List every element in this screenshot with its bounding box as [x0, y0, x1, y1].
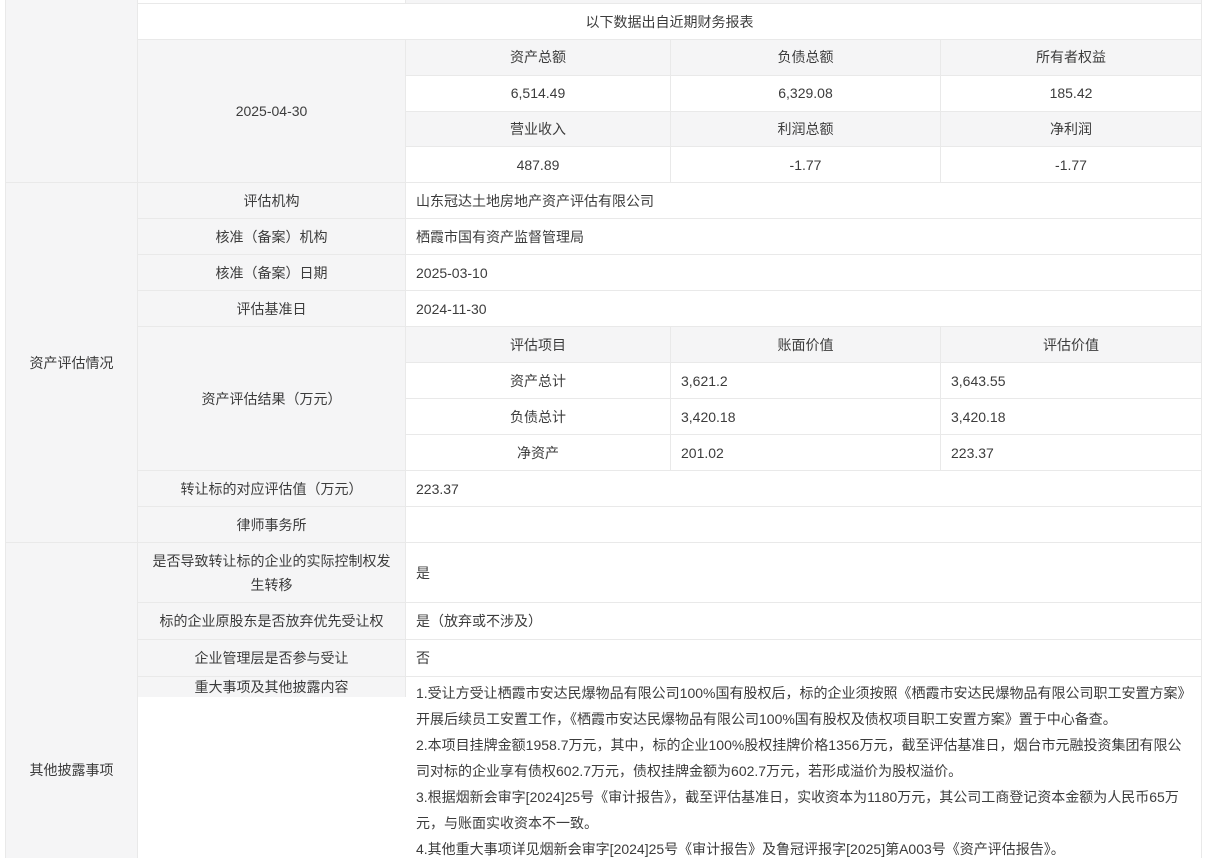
subtable-item-label: 净资产 [406, 435, 671, 470]
disclosure-paragraph-4: 4.其他重大事项详见烟新会审字[2024]25号《审计报告》及鲁冠评报字[202… [416, 836, 1191, 858]
subtable-eval-value: 3,420.18 [941, 399, 1201, 434]
total-liabilities-value: 6,329.08 [671, 76, 941, 111]
owner-equity-value: 185.42 [941, 76, 1201, 111]
major-matters-content: 1.受让方受让栖霞市安达民爆物品有限公司100%国有股权后，标的企业须按照《栖霞… [406, 677, 1201, 858]
law-firm-label: 律师事务所 [138, 507, 406, 542]
eval-base-date-label: 评估基准日 [138, 291, 406, 326]
col-header-total-profit: 利润总额 [671, 112, 941, 147]
subtable-item-label: 资产总计 [406, 363, 671, 398]
eval-base-date-row: 评估基准日 2024-11-30 [138, 291, 1201, 327]
management-participation-label: 企业管理层是否参与受让 [138, 640, 406, 676]
financial-header: 以下数据出自近期财务报表 [138, 4, 1201, 39]
col-header-revenue: 营业收入 [406, 112, 671, 147]
waive-preemptive-right-label: 标的企业原股东是否放弃优先受让权 [138, 603, 406, 639]
eval-result-subtable: 评估项目 账面价值 评估价值 资产总计 3,621.2 3,643.55 负债总… [406, 327, 1201, 470]
subtable-item-label: 负债总计 [406, 399, 671, 434]
approval-date-label: 核准（备案）日期 [138, 255, 406, 290]
financial-label-row-1: 资产总额 负债总额 所有者权益 [406, 40, 1201, 76]
subtable-row-net-assets: 净资产 201.02 223.37 [406, 435, 1201, 470]
disclosure-paragraph-2: 2.本项目挂牌金额1958.7万元，其中，标的企业100%股权挂牌价格1356万… [416, 732, 1191, 784]
approval-agency-value: 栖霞市国有资产监督管理局 [406, 219, 1201, 254]
financial-section-label [6, 0, 138, 183]
disclosure-table: 以下数据出自近期财务报表 2025-04-30 资产总额 负债总额 所有者权益 … [5, 0, 1202, 858]
eval-base-date-value: 2024-11-30 [406, 291, 1201, 326]
subtable-book-value: 201.02 [671, 435, 941, 470]
financial-section: 以下数据出自近期财务报表 2025-04-30 资产总额 负债总额 所有者权益 … [6, 0, 1201, 183]
subtable-header-book-value: 账面价值 [671, 327, 941, 362]
financial-label-row-2: 营业收入 利润总额 净利润 [406, 112, 1201, 148]
eval-agency-value: 山东冠达土地房地产资产评估有限公司 [406, 183, 1201, 218]
waive-preemptive-right-row: 标的企业原股东是否放弃优先受让权 是（放弃或不涉及） [138, 603, 1201, 640]
subtable-eval-value: 3,643.55 [941, 363, 1201, 398]
eval-subtable-header-row: 评估项目 账面价值 评估价值 [406, 327, 1201, 363]
law-firm-value [406, 507, 1201, 542]
disclosure-paragraph-3: 3.根据烟新会审字[2024]25号《审计报告》，截至评估基准日，实收资本为11… [416, 784, 1191, 836]
financial-value-row-2: 487.89 -1.77 -1.77 [406, 147, 1201, 182]
subtable-header-eval-value: 评估价值 [941, 327, 1201, 362]
disclosure-paragraph-1: 1.受让方受让栖霞市安达民爆物品有限公司100%国有股权后，标的企业须按照《栖霞… [416, 680, 1191, 732]
subtable-header-item: 评估项目 [406, 327, 671, 362]
evaluation-section: 资产评估情况 评估机构 山东冠达土地房地产资产评估有限公司 核准（备案）机构 栖… [6, 183, 1201, 543]
financial-header-row: 以下数据出自近期财务报表 [138, 4, 1201, 40]
control-transfer-value: 是 [406, 543, 1201, 602]
disclosure-section: 其他披露事项 是否导致转让标的企业的实际控制权发生转移 是 标的企业原股东是否放… [6, 543, 1201, 858]
net-profit-value: -1.77 [941, 147, 1201, 182]
total-profit-value: -1.77 [671, 147, 941, 182]
major-matters-label: 重大事项及其他披露内容 [138, 677, 406, 697]
col-header-owner-equity: 所有者权益 [941, 40, 1201, 75]
subtable-row-total-liabilities: 负债总计 3,420.18 3,420.18 [406, 399, 1201, 435]
financial-grid-row: 2025-04-30 资产总额 负债总额 所有者权益 6,514.49 6,32… [138, 40, 1201, 183]
major-matters-row: 重大事项及其他披露内容 1.受让方受让栖霞市安达民爆物品有限公司100%国有股权… [138, 677, 1201, 858]
control-transfer-row: 是否导致转让标的企业的实际控制权发生转移 是 [138, 543, 1201, 603]
subtable-book-value: 3,420.18 [671, 399, 941, 434]
control-transfer-label: 是否导致转让标的企业的实际控制权发生转移 [138, 543, 406, 602]
approval-date-value: 2025-03-10 [406, 255, 1201, 290]
partial-cell-left [138, 0, 406, 3]
total-assets-value: 6,514.49 [406, 76, 671, 111]
waive-preemptive-right-value: 是（放弃或不涉及） [406, 603, 1201, 639]
report-date-cell: 2025-04-30 [138, 40, 406, 182]
subtable-eval-value: 223.37 [941, 435, 1201, 470]
financial-value-row-1: 6,514.49 6,329.08 185.42 [406, 76, 1201, 112]
approval-agency-row: 核准（备案）机构 栖霞市国有资产监督管理局 [138, 219, 1201, 255]
col-header-net-profit: 净利润 [941, 112, 1201, 147]
subtable-row-total-assets: 资产总计 3,621.2 3,643.55 [406, 363, 1201, 399]
col-header-total-assets: 资产总额 [406, 40, 671, 75]
revenue-value: 487.89 [406, 147, 671, 182]
approval-date-row: 核准（备案）日期 2025-03-10 [138, 255, 1201, 291]
transfer-eval-value-row: 转让标的对应评估值（万元） 223.37 [138, 471, 1201, 507]
law-firm-row: 律师事务所 [138, 507, 1201, 543]
eval-result-label: 资产评估结果（万元） [138, 327, 406, 470]
transfer-eval-value-label: 转让标的对应评估值（万元） [138, 471, 406, 506]
eval-agency-row: 评估机构 山东冠达土地房地产资产评估有限公司 [138, 183, 1201, 219]
approval-agency-label: 核准（备案）机构 [138, 219, 406, 254]
partial-cell-right [406, 0, 1201, 3]
eval-result-row: 资产评估结果（万元） 评估项目 账面价值 评估价值 资产总计 3,621.2 3… [138, 327, 1201, 471]
management-participation-value: 否 [406, 640, 1201, 676]
evaluation-section-title: 资产评估情况 [6, 183, 138, 543]
listing-detail-page: 以下数据出自近期财务报表 2025-04-30 资产总额 负债总额 所有者权益 … [0, 0, 1210, 858]
eval-agency-label: 评估机构 [138, 183, 406, 218]
subtable-book-value: 3,621.2 [671, 363, 941, 398]
col-header-total-liabilities: 负债总额 [671, 40, 941, 75]
disclosure-section-title: 其他披露事项 [6, 543, 138, 858]
transfer-eval-value: 223.37 [406, 471, 1201, 506]
management-participation-row: 企业管理层是否参与受让 否 [138, 640, 1201, 677]
